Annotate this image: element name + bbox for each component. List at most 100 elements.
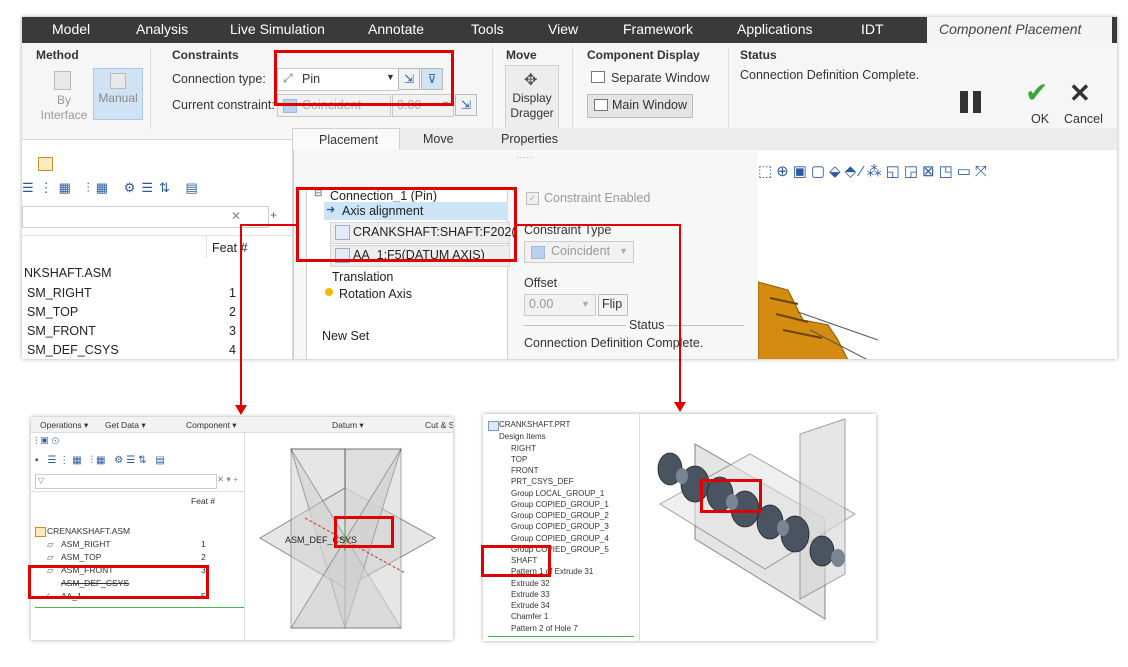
tree-row[interactable]: SM_TOP <box>27 305 78 319</box>
connector-line <box>240 224 242 409</box>
tree-row[interactable]: Group LOCAL_GROUP_1 <box>511 489 604 498</box>
menu-idt[interactable]: IDT <box>861 21 884 37</box>
tree-row[interactable]: Design Items <box>499 432 546 441</box>
constraint-type-dropdown[interactable]: Coincident ▼ <box>524 241 634 263</box>
menu-model[interactable]: Model <box>52 21 90 37</box>
menu-view[interactable]: View <box>548 21 578 37</box>
constraint-enabled-checkbox[interactable]: ✓ <box>526 192 539 205</box>
tree-row-feat: 1 <box>229 286 236 300</box>
tree-row[interactable]: CRENAKSHAFT.ASM <box>47 526 130 536</box>
menu-framework[interactable]: Framework <box>623 21 693 37</box>
tree-row[interactable]: SM_DEF_CSYS <box>27 343 119 357</box>
tree-row[interactable]: Extrude 32 <box>511 579 550 588</box>
current-constraint-label: Current constraint: <box>172 98 275 112</box>
arrow-down-icon <box>674 402 686 412</box>
datum-menu[interactable]: Datum ▾ <box>332 420 364 431</box>
assembly-toolbar: Operations ▾ Get Data ▾ Component ▾ Datu… <box>31 417 453 433</box>
feat-header: Feat # <box>191 496 216 506</box>
component-display-title: Component Display <box>587 48 700 62</box>
tree-row[interactable]: Extrude 33 <box>511 590 550 599</box>
tab-component-placement-label: Component Placement <box>939 21 1082 37</box>
tree-row[interactable]: SM_FRONT <box>27 324 96 338</box>
tree-row[interactable]: PRT_CSYS_DEF <box>511 477 574 486</box>
drag-handle[interactable]: ····· <box>516 152 533 163</box>
tree-row[interactable]: FRONT <box>511 466 539 475</box>
rotation-axis-item[interactable]: Rotation Axis <box>339 287 412 301</box>
translation-item[interactable]: Translation <box>332 270 393 284</box>
by-interface-button[interactable]: By Interface <box>36 67 92 137</box>
tree-row[interactable]: ASM_RIGHT <box>61 539 111 549</box>
menu-applications[interactable]: Applications <box>737 21 813 37</box>
offset-field[interactable]: 0.00 ▼ <box>524 294 596 316</box>
tree-row[interactable]: NKSHAFT.ASM <box>24 266 112 280</box>
tree-tab-icons[interactable]: ⫶▣⊙ <box>35 436 62 447</box>
tab-move[interactable]: Move <box>423 132 454 146</box>
status-title: Status <box>740 48 777 62</box>
tree-row[interactable]: RIGHT <box>511 444 536 453</box>
tree-toolbar-icons[interactable]: ☰⋮▦ ⫶▦ ⚙☰⇅ ▤ <box>22 180 292 198</box>
ribbon-separator <box>572 47 573 129</box>
tree-row[interactable]: Group COPIED_GROUP_2 <box>511 511 609 520</box>
tree-row[interactable]: CRANKSHAFT.PRT <box>499 420 570 429</box>
tree-row[interactable]: Pattern 2 of Hole 7 <box>511 624 578 633</box>
ribbon-separator <box>150 47 151 129</box>
tree-row[interactable]: Group COPIED_GROUP_3 <box>511 522 609 531</box>
tree-row[interactable]: Group COPIED_GROUP_1 <box>511 500 609 509</box>
cancel-x-icon[interactable]: ✕ <box>1069 79 1091 107</box>
get-data-menu[interactable]: Get Data ▾ <box>105 420 146 431</box>
constraints-title: Constraints <box>172 48 239 62</box>
cut-menu[interactable]: Cut & S <box>425 420 453 430</box>
connector-line <box>516 224 680 226</box>
tree-toolbar-icons[interactable]: ▪ ☰⋮▦ ⫶▦ ⚙☰⇅ ▤ <box>35 455 168 466</box>
menu-live-simulation[interactable]: Live Simulation <box>230 21 325 37</box>
filter-icon: ▽ <box>38 476 45 485</box>
menu-analysis[interactable]: Analysis <box>136 21 188 37</box>
separate-window-button[interactable]: Separate Window <box>587 69 717 89</box>
status-section-text: Connection Definition Complete. <box>524 336 704 350</box>
connector-line <box>240 224 298 226</box>
tree-row[interactable]: SM_RIGHT <box>27 286 92 300</box>
by-interface-label: By Interface <box>40 93 88 122</box>
ok-check-icon[interactable]: ✔ <box>1025 79 1048 107</box>
tab-component-placement[interactable]: Component Placement <box>927 17 1112 43</box>
graphics-viewport[interactable]: ⬚⊕▣▢⬙⬘⁄⁂◱◲⊠◳▭⤧ <box>758 150 1117 359</box>
pause-icon-bar <box>973 91 981 113</box>
pause-icon[interactable] <box>960 91 968 113</box>
close-icon[interactable]: ✕ ▾ + <box>217 474 238 485</box>
separate-window-label: Separate Window <box>611 71 710 85</box>
cancel-label[interactable]: Cancel <box>1064 112 1103 126</box>
tree-search-input[interactable]: ✕ <box>22 206 269 228</box>
graphics-toolbar-icons[interactable]: ⬚⊕▣▢⬙⬘⁄⁂◱◲⊠◳▭⤧ <box>758 162 1117 184</box>
main-window-icon <box>594 99 608 111</box>
flip-offset-icon[interactable]: ⇲ <box>455 94 477 116</box>
crankshaft-model <box>758 281 879 359</box>
close-icon[interactable]: ✕ <box>231 209 241 223</box>
part-viewport[interactable] <box>640 414 876 641</box>
chevron-down-icon: ▼ <box>581 299 590 309</box>
offset-field-value: 0.00 <box>529 297 554 311</box>
tree-row[interactable]: Extrude 34 <box>511 601 550 610</box>
part-tree-panel: CRANKSHAFT.PRT Design Items RIGHT TOP FR… <box>483 414 640 641</box>
tree-row[interactable]: Chamfer 1 <box>511 612 548 621</box>
new-set-link[interactable]: New Set <box>322 329 369 343</box>
menu-annotate[interactable]: Annotate <box>368 21 424 37</box>
operations-menu[interactable]: Operations ▾ <box>40 420 88 431</box>
status-dot-icon <box>325 288 333 296</box>
tree-row[interactable]: Group COPIED_GROUP_4 <box>511 534 609 543</box>
flip-button[interactable]: Flip <box>598 294 628 316</box>
menu-tools[interactable]: Tools <box>471 21 504 37</box>
manual-button[interactable]: Manual <box>93 68 143 120</box>
part-icon <box>488 421 499 431</box>
tab-placement[interactable]: Placement <box>292 128 400 151</box>
ok-label[interactable]: OK <box>1031 112 1049 126</box>
tree-row[interactable]: ASM_TOP <box>61 552 101 562</box>
main-window-button[interactable]: Main Window <box>587 94 693 118</box>
tree-row[interactable]: TOP <box>511 455 527 464</box>
tab-properties[interactable]: Properties <box>501 132 558 146</box>
offset-label: Offset <box>524 276 558 290</box>
filter-input[interactable]: ▽ <box>35 474 217 489</box>
by-interface-icon <box>54 71 71 90</box>
tree-folder-icon[interactable] <box>38 157 53 171</box>
add-icon[interactable]: + <box>270 208 277 222</box>
component-menu[interactable]: Component ▾ <box>186 420 237 431</box>
